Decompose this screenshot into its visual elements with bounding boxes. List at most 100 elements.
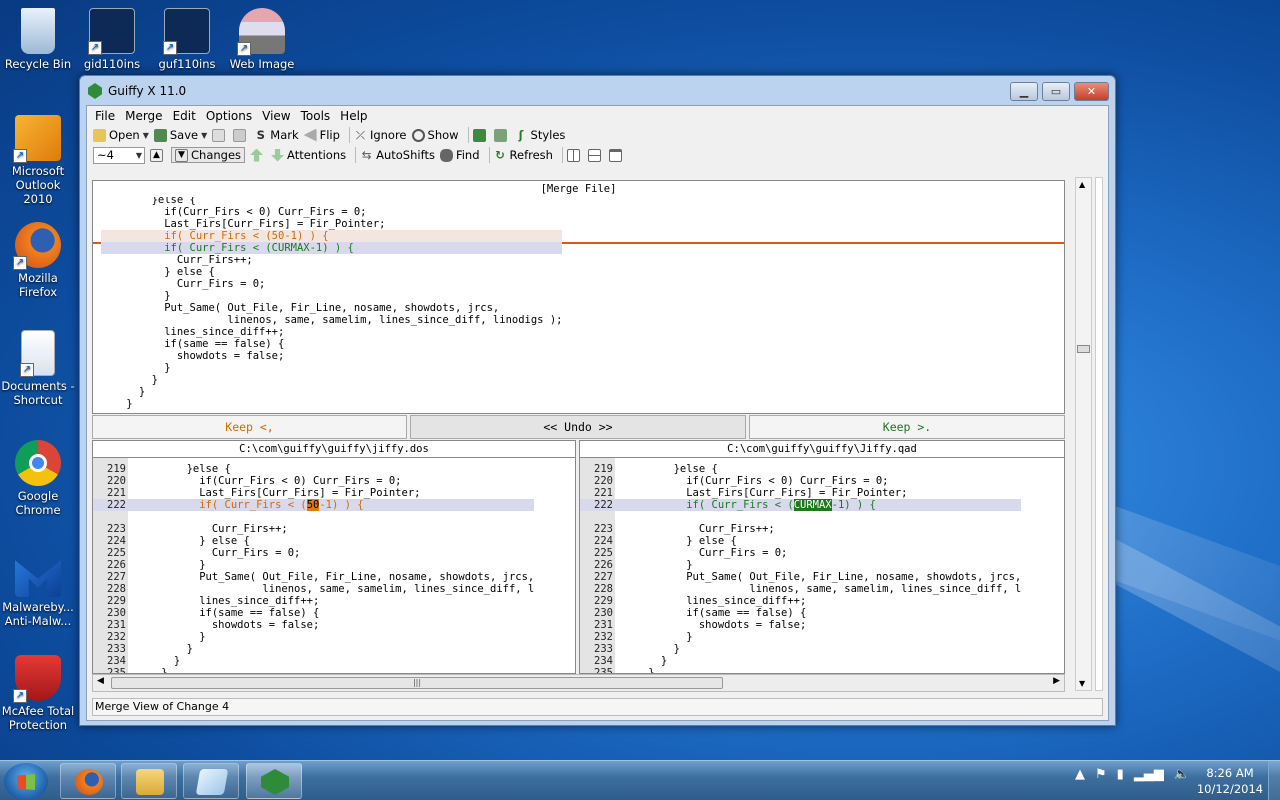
title-bar[interactable]: Guiffy X 11.0 ▁ ▭ ✕ bbox=[80, 76, 1115, 106]
code-line[interactable] bbox=[580, 511, 1021, 523]
power-icon[interactable]: ▮ bbox=[1117, 767, 1124, 782]
merge-line[interactable]: Last_Firs[Curr_Firs] = Fir_Pointer; bbox=[101, 218, 562, 230]
mark-button[interactable]: S Mark bbox=[254, 128, 299, 142]
code-line[interactable]: 228 linenos, same, samelim, lines_since_… bbox=[580, 583, 1021, 595]
chevron-down-icon[interactable]: ▼ bbox=[201, 131, 207, 140]
code-line[interactable]: 227 Put_Same( Out_File, Fir_Line, nosame… bbox=[93, 571, 534, 583]
minimize-button[interactable]: ▁ bbox=[1010, 82, 1038, 101]
code-line[interactable]: 232 } bbox=[93, 631, 534, 643]
code-line[interactable]: 232 } bbox=[580, 631, 1021, 643]
code-line[interactable]: 219 }else { bbox=[580, 463, 1021, 475]
code-line[interactable]: 221 Last_Firs[Curr_Firs] = Fir_Pointer; bbox=[93, 487, 534, 499]
scroll-right-icon[interactable]: ▶ bbox=[1053, 676, 1060, 686]
network-signal-icon[interactable]: ▂▄▆ bbox=[1134, 767, 1164, 782]
keep-left-button[interactable]: Keep <, bbox=[92, 415, 407, 439]
merge-line[interactable]: if(Curr_Firs < 0) Curr_Firs = 0; bbox=[101, 206, 562, 218]
desktop-icon-firefox[interactable]: ↗ Mozilla Firefox bbox=[0, 222, 76, 299]
code-line[interactable]: 222 if( Curr_Firs < (50-1) ) { bbox=[93, 499, 535, 511]
merge-line[interactable]: } bbox=[101, 398, 562, 410]
left-file-pane[interactable]: 219 }else {220 if(Curr_Firs < 0) Curr_Fi… bbox=[92, 457, 576, 674]
merge-line[interactable]: } bbox=[101, 374, 562, 386]
desktop-icon-gid110ins[interactable]: ↗ gid110ins bbox=[74, 8, 150, 71]
desktop-icon-web-image[interactable]: ↗ Web Image bbox=[224, 8, 300, 71]
scrollbar-thumb[interactable] bbox=[1077, 345, 1090, 353]
merge-line[interactable]: lines_since_diff++; bbox=[101, 326, 562, 338]
merge-line[interactable]: if(same == false) { bbox=[101, 338, 562, 350]
code-line[interactable]: 221 Last_Firs[Curr_Firs] = Fir_Pointer; bbox=[580, 487, 1021, 499]
merge-line[interactable]: Curr_Firs++; bbox=[101, 254, 562, 266]
code-line[interactable]: 225 Curr_Firs = 0; bbox=[93, 547, 534, 559]
code-line[interactable]: 228 linenos, same, samelim, lines_since_… bbox=[93, 583, 534, 595]
close-button[interactable]: ✕ bbox=[1074, 82, 1109, 101]
change-select[interactable]: ~4 ▼ bbox=[93, 146, 145, 164]
save-button[interactable]: Save ▼ bbox=[153, 128, 207, 142]
code-line[interactable]: 229 lines_since_diff++; bbox=[580, 595, 1021, 607]
styles-button[interactable]: ʃ Styles bbox=[515, 128, 566, 142]
code-line[interactable]: 226 } bbox=[580, 559, 1021, 571]
code-line[interactable]: 226 } bbox=[93, 559, 534, 571]
menu-merge[interactable]: Merge bbox=[120, 106, 167, 125]
code-line[interactable]: 230 if(same == false) { bbox=[580, 607, 1021, 619]
single-view-button[interactable] bbox=[608, 148, 625, 162]
merge-file-pane[interactable]: }else { if(Curr_Firs < 0) Curr_Firs = 0;… bbox=[92, 197, 1065, 414]
over-under-view-button[interactable] bbox=[587, 148, 604, 162]
taskbar-file-explorer[interactable] bbox=[121, 763, 177, 799]
code-line[interactable] bbox=[93, 511, 534, 523]
code-line[interactable]: 230 if(same == false) { bbox=[93, 607, 534, 619]
desktop-icon-recycle-bin[interactable]: Recycle Bin bbox=[0, 8, 76, 71]
vertical-scrollbar[interactable]: ▲ ▼ bbox=[1075, 177, 1092, 691]
code-line[interactable]: 233 } bbox=[93, 643, 534, 655]
maximize-button[interactable]: ▭ bbox=[1042, 82, 1070, 101]
show-desktop-button[interactable] bbox=[1268, 761, 1280, 800]
code-line[interactable]: 231 showdots = false; bbox=[580, 619, 1021, 631]
menu-edit[interactable]: Edit bbox=[168, 106, 201, 125]
scrollbar-thumb[interactable]: ||| bbox=[111, 677, 723, 689]
desktop-icon-outlook[interactable]: ↗ Microsoft Outlook 2010 bbox=[0, 115, 76, 206]
open-button[interactable]: Open ▼ bbox=[93, 128, 149, 142]
merge-line[interactable]: } bbox=[101, 290, 562, 302]
up-attention-button[interactable] bbox=[250, 148, 266, 162]
show-button[interactable]: Show bbox=[411, 128, 459, 142]
scroll-left-icon[interactable]: ◀ bbox=[97, 676, 104, 686]
clock[interactable]: 8:26 AM 10/12/2014 bbox=[1190, 765, 1270, 797]
code-line[interactable]: 224 } else { bbox=[580, 535, 1021, 547]
menu-options[interactable]: Options bbox=[201, 106, 257, 125]
copy-button[interactable] bbox=[212, 128, 228, 142]
tree-button[interactable] bbox=[472, 128, 489, 142]
taskbar-firefox[interactable] bbox=[60, 763, 116, 799]
network-button[interactable] bbox=[493, 128, 510, 142]
code-line[interactable]: 220 if(Curr_Firs < 0) Curr_Firs = 0; bbox=[580, 475, 1021, 487]
merge-code[interactable]: }else { if(Curr_Firs < 0) Curr_Firs = 0;… bbox=[101, 197, 563, 410]
desktop-icon-malwarebytes[interactable]: Malwareby... Anti-Malw... bbox=[0, 551, 76, 628]
paste-button[interactable] bbox=[233, 128, 249, 142]
merge-line[interactable]: linenos, same, samelim, lines_since_diff… bbox=[101, 314, 562, 326]
desktop-icon-documents[interactable]: ↗ Documents - Shortcut bbox=[0, 330, 76, 407]
code-line[interactable]: 219 }else { bbox=[93, 463, 534, 475]
right-code[interactable]: 219 }else {220 if(Curr_Firs < 0) Curr_Fi… bbox=[580, 463, 1022, 673]
code-line[interactable]: 235 } bbox=[580, 667, 1021, 673]
menu-help[interactable]: Help bbox=[335, 106, 372, 125]
code-line[interactable]: 234 } bbox=[580, 655, 1021, 667]
horizontal-scrollbar[interactable]: ◀ ||| ▶ bbox=[92, 674, 1065, 692]
merge-line[interactable]: }else { bbox=[101, 197, 562, 206]
side-by-side-view-button[interactable] bbox=[566, 148, 583, 162]
right-file-pane[interactable]: 219 }else {220 if(Curr_Firs < 0) Curr_Fi… bbox=[579, 457, 1065, 674]
ignore-button[interactable]: ⤫ Ignore bbox=[354, 128, 407, 142]
menu-view[interactable]: View bbox=[257, 106, 295, 125]
refresh-button[interactable]: ↻ Refresh bbox=[494, 148, 553, 162]
menu-file[interactable]: File bbox=[90, 106, 120, 125]
change-overview-bar[interactable] bbox=[1095, 177, 1103, 691]
desktop-icon-chrome[interactable]: Google Chrome bbox=[0, 440, 76, 517]
flip-button[interactable]: Flip bbox=[303, 128, 340, 142]
merge-line[interactable]: if( Curr_Firs < (50-1) ) { bbox=[101, 230, 563, 242]
previous-change-button[interactable]: ▲ bbox=[150, 148, 166, 162]
volume-icon[interactable]: 🔈 bbox=[1174, 767, 1190, 782]
left-code[interactable]: 219 }else {220 if(Curr_Firs < 0) Curr_Fi… bbox=[93, 463, 535, 673]
scroll-up-icon[interactable]: ▲ bbox=[1079, 180, 1085, 189]
undo-button[interactable]: << Undo >> bbox=[410, 415, 746, 439]
merge-line[interactable]: } else { bbox=[101, 266, 562, 278]
taskbar-notepad[interactable] bbox=[183, 763, 239, 799]
merge-line[interactable]: if( Curr_Firs < (CURMAX-1) ) { bbox=[101, 242, 563, 254]
code-line[interactable]: 231 showdots = false; bbox=[93, 619, 534, 631]
merge-line[interactable]: Curr_Firs = 0; bbox=[101, 278, 562, 290]
